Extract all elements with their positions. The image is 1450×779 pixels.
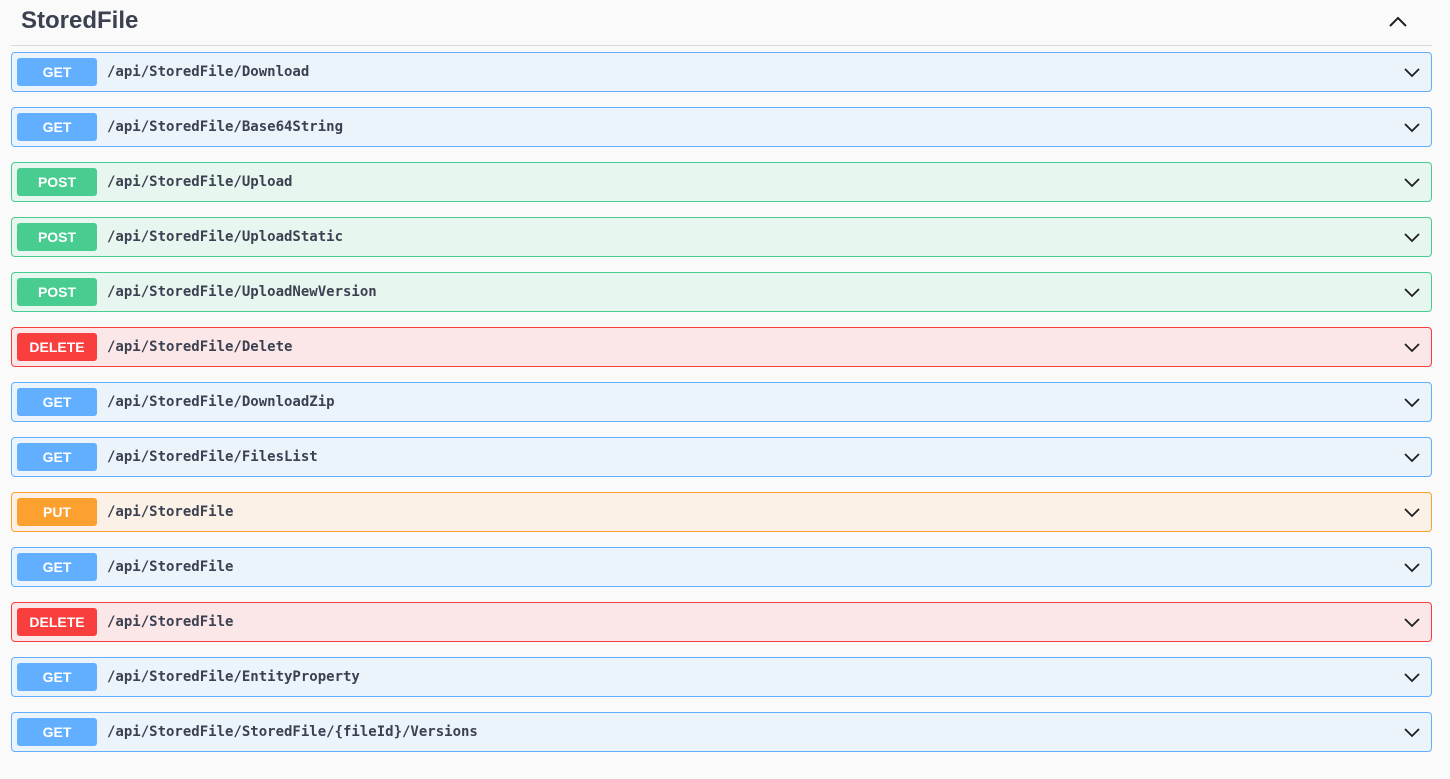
operation-row[interactable]: DELETE /api/StoredFile bbox=[11, 602, 1432, 642]
operation-path: /api/StoredFile/DownloadZip bbox=[107, 394, 335, 410]
method-badge: DELETE bbox=[17, 333, 97, 361]
method-badge: GET bbox=[17, 388, 97, 416]
operation-path: /api/StoredFile/UploadStatic bbox=[107, 229, 344, 245]
section-title: StoredFile bbox=[21, 7, 139, 34]
chevron-down-icon[interactable] bbox=[1403, 503, 1421, 521]
section-header[interactable]: StoredFile bbox=[11, 0, 1432, 46]
operation-row[interactable]: GET /api/StoredFile/Download bbox=[11, 52, 1432, 92]
operation-path: /api/StoredFile/Upload bbox=[107, 174, 293, 190]
method-badge: GET bbox=[17, 443, 97, 471]
operation-path: /api/StoredFile/StoredFile/{fileId}/Vers… bbox=[107, 724, 478, 740]
method-badge: POST bbox=[17, 278, 97, 306]
chevron-down-icon[interactable] bbox=[1403, 228, 1421, 246]
operation-path: /api/StoredFile/Delete bbox=[107, 339, 293, 355]
operation-row[interactable]: GET /api/StoredFile/FilesList bbox=[11, 437, 1432, 477]
operations-list: GET /api/StoredFile/Download GET /api/St… bbox=[11, 52, 1432, 767]
operation-path: /api/StoredFile/Base64String bbox=[107, 119, 344, 135]
operation-row[interactable]: DELETE /api/StoredFile/Delete bbox=[11, 327, 1432, 367]
operation-row[interactable]: POST /api/StoredFile/UploadStatic bbox=[11, 217, 1432, 257]
chevron-down-icon[interactable] bbox=[1403, 338, 1421, 356]
method-badge: GET bbox=[17, 718, 97, 746]
method-badge: PUT bbox=[17, 498, 97, 526]
operation-row[interactable]: GET /api/StoredFile/Base64String bbox=[11, 107, 1432, 147]
operation-row[interactable]: GET /api/StoredFile/DownloadZip bbox=[11, 382, 1432, 422]
method-badge: POST bbox=[17, 168, 97, 196]
chevron-down-icon[interactable] bbox=[1403, 558, 1421, 576]
chevron-up-icon[interactable] bbox=[1386, 10, 1410, 34]
chevron-down-icon[interactable] bbox=[1403, 613, 1421, 631]
chevron-down-icon[interactable] bbox=[1403, 173, 1421, 191]
operation-path: /api/StoredFile/Download bbox=[107, 64, 310, 80]
chevron-down-icon[interactable] bbox=[1403, 63, 1421, 81]
operation-row[interactable]: POST /api/StoredFile/UploadNewVersion bbox=[11, 272, 1432, 312]
operation-row[interactable]: GET /api/StoredFile bbox=[11, 547, 1432, 587]
method-badge: DELETE bbox=[17, 608, 97, 636]
chevron-down-icon[interactable] bbox=[1403, 118, 1421, 136]
operation-path: /api/StoredFile bbox=[107, 559, 234, 575]
method-badge: GET bbox=[17, 58, 97, 86]
operation-path: /api/StoredFile bbox=[107, 614, 234, 630]
method-badge: GET bbox=[17, 553, 97, 581]
method-badge: POST bbox=[17, 223, 97, 251]
operation-path: /api/StoredFile/FilesList bbox=[107, 449, 318, 465]
operation-path: /api/StoredFile/UploadNewVersion bbox=[107, 284, 377, 300]
chevron-down-icon[interactable] bbox=[1403, 723, 1421, 741]
operation-path: /api/StoredFile bbox=[107, 504, 234, 520]
chevron-down-icon[interactable] bbox=[1403, 283, 1421, 301]
operation-row[interactable]: GET /api/StoredFile/EntityProperty bbox=[11, 657, 1432, 697]
method-badge: GET bbox=[17, 663, 97, 691]
operation-row[interactable]: PUT /api/StoredFile bbox=[11, 492, 1432, 532]
chevron-down-icon[interactable] bbox=[1403, 668, 1421, 686]
operation-row[interactable]: POST /api/StoredFile/Upload bbox=[11, 162, 1432, 202]
operation-row[interactable]: GET /api/StoredFile/StoredFile/{fileId}/… bbox=[11, 712, 1432, 752]
chevron-down-icon[interactable] bbox=[1403, 448, 1421, 466]
method-badge: GET bbox=[17, 113, 97, 141]
chevron-down-icon[interactable] bbox=[1403, 393, 1421, 411]
operation-path: /api/StoredFile/EntityProperty bbox=[107, 669, 360, 685]
